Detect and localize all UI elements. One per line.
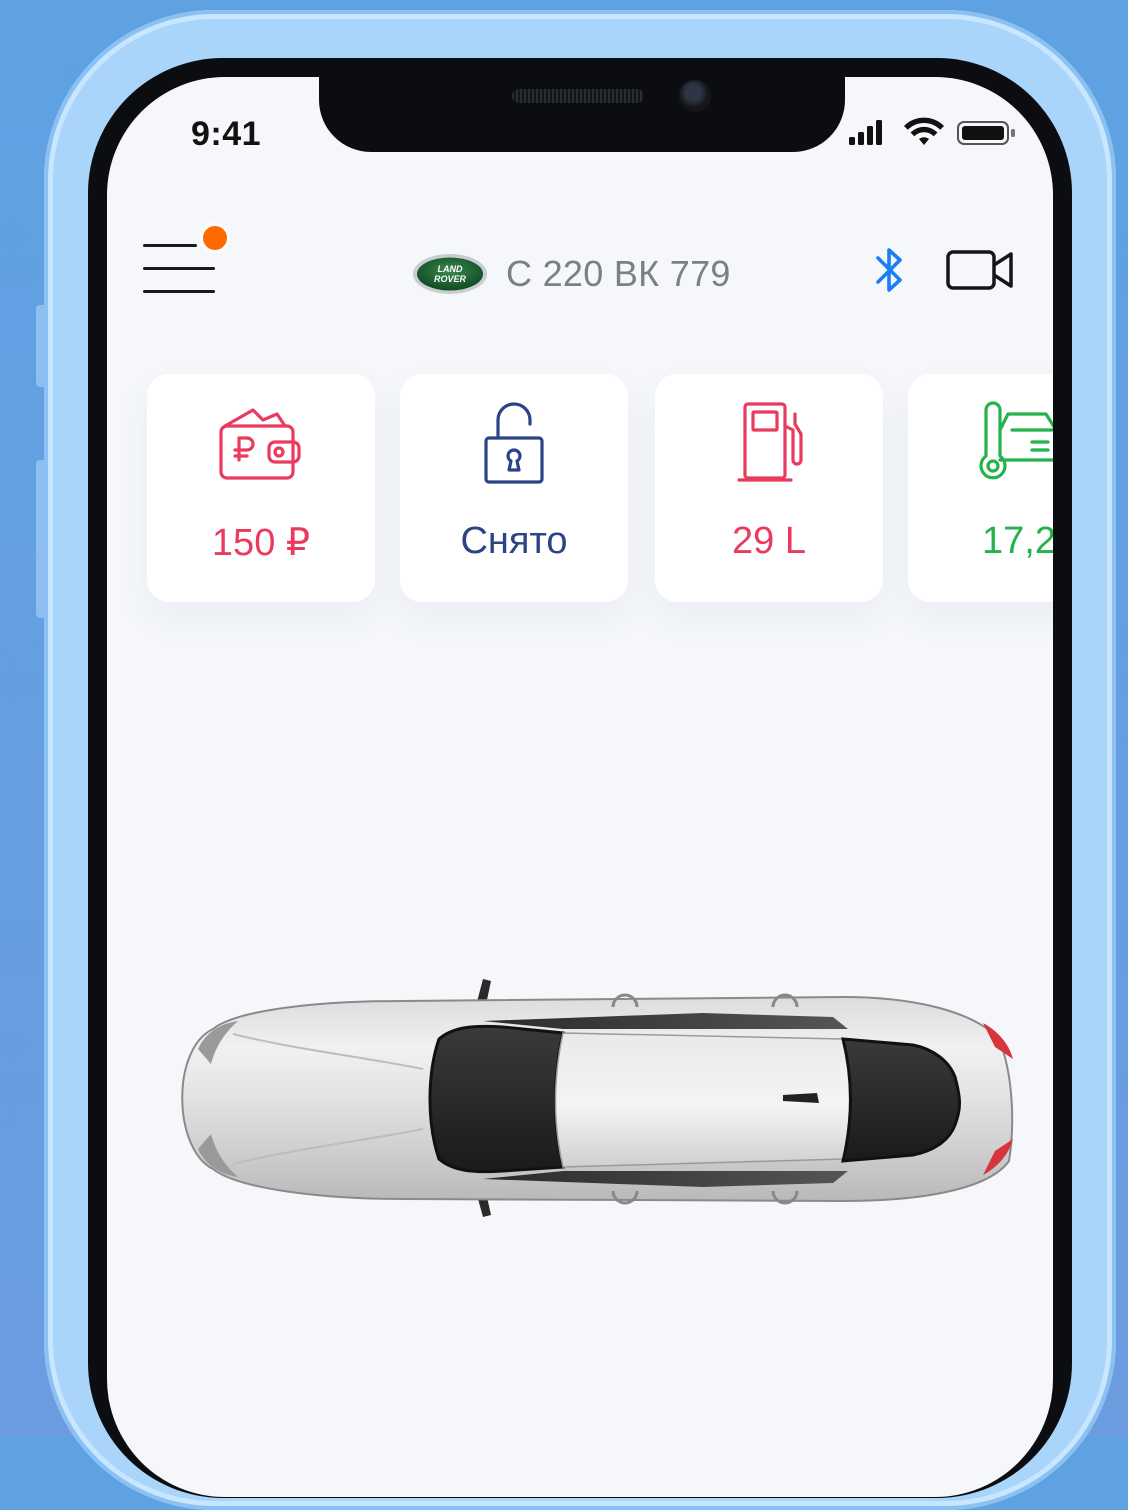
svg-text:ROVER: ROVER [434, 274, 467, 284]
vehicle-selector[interactable]: LAND ROVER С 220 ВК 779 [412, 249, 731, 299]
svg-text:LAND: LAND [438, 264, 463, 274]
phone-mute-switch [36, 305, 46, 387]
fuel-pump-icon [737, 402, 803, 482]
app-screen: 9:41 LAND ROVER С 220 ВК 779 150 ₽ Снято… [107, 77, 1053, 1497]
balance-card[interactable]: 150 ₽ [147, 374, 375, 602]
wallet-ruble-icon [219, 408, 301, 480]
phone-volume-button [36, 460, 46, 618]
status-icons [849, 117, 1015, 145]
unlocked-padlock-icon [484, 402, 544, 484]
front-camera [679, 80, 711, 112]
bluetooth-icon[interactable] [872, 244, 908, 296]
land-rover-logo: LAND ROVER [413, 254, 487, 294]
notification-badge [200, 223, 230, 253]
earpiece-speaker [512, 89, 644, 103]
temperature-value: 17,2 [982, 520, 1053, 562]
security-card[interactable]: Снято [400, 374, 628, 602]
fuel-card[interactable]: 29 L [655, 374, 883, 602]
status-time: 9:41 [191, 115, 262, 153]
temperature-card[interactable]: 17,2 [908, 374, 1053, 602]
video-camera-icon[interactable] [945, 247, 1017, 293]
fuel-value: 29 L [732, 520, 806, 562]
notch [319, 77, 845, 152]
security-status: Снято [460, 520, 568, 562]
wifi-icon [904, 117, 944, 145]
battery-icon [957, 121, 1015, 145]
car-top-view-image [181, 979, 1014, 1217]
balance-value: 150 ₽ [211, 522, 311, 564]
license-plate: С 220 ВК 779 [506, 253, 731, 294]
car-thermometer-icon [979, 401, 1053, 480]
signal-icon [849, 120, 882, 145]
